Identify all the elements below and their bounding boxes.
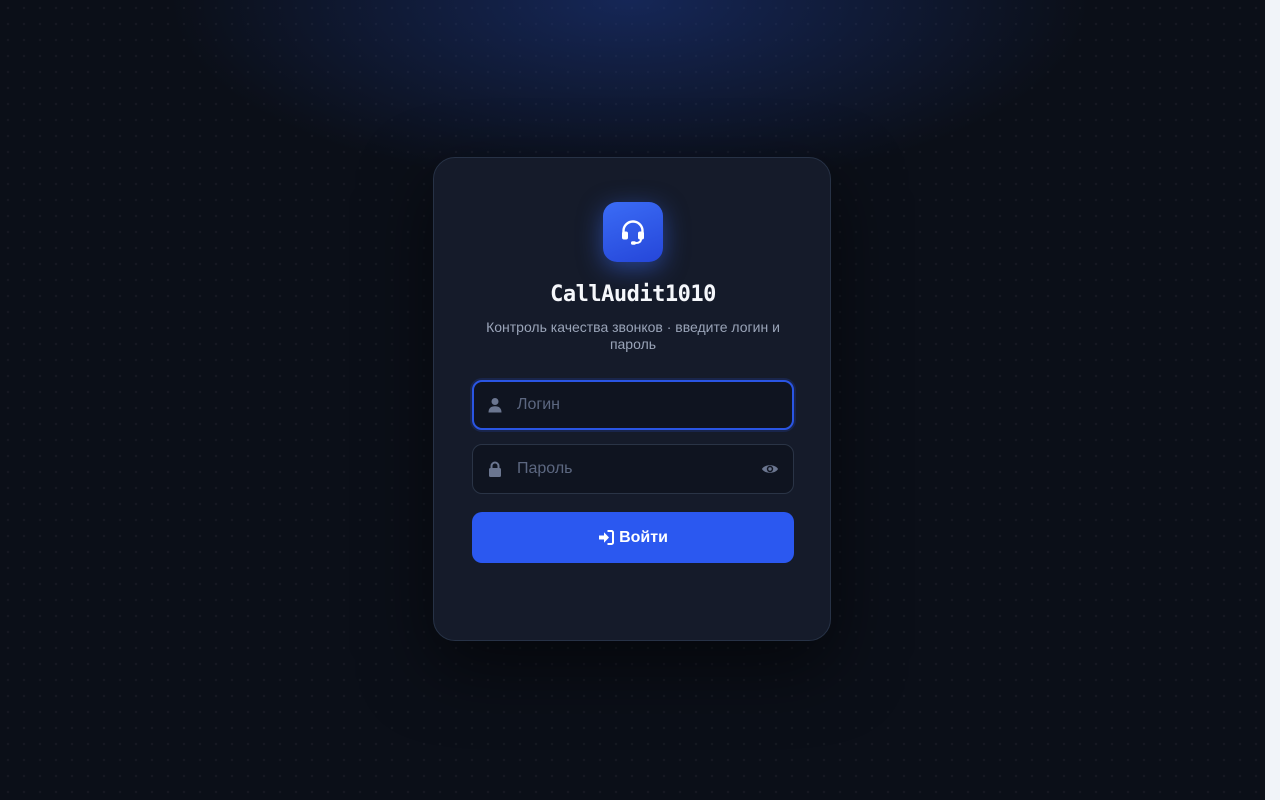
user-icon xyxy=(488,398,502,413)
login-card: CallAudit1010 Контроль качества звонков … xyxy=(433,157,831,641)
headset-icon xyxy=(622,220,644,245)
login-button[interactable]: Войти xyxy=(472,512,794,563)
app-logo xyxy=(603,202,663,262)
app-subtitle: Контроль качества звонков · введите логи… xyxy=(486,319,780,352)
login-field[interactable] xyxy=(472,380,794,430)
lock-icon xyxy=(489,461,501,477)
app-title: CallAudit1010 xyxy=(550,282,716,307)
sign-in-icon xyxy=(599,530,615,545)
password-input[interactable] xyxy=(517,445,747,493)
password-field[interactable] xyxy=(472,444,794,494)
login-input[interactable] xyxy=(517,382,747,428)
scrollbar-track[interactable] xyxy=(1265,0,1280,800)
login-button-label: Войти xyxy=(619,528,668,546)
eye-icon[interactable] xyxy=(761,462,779,476)
